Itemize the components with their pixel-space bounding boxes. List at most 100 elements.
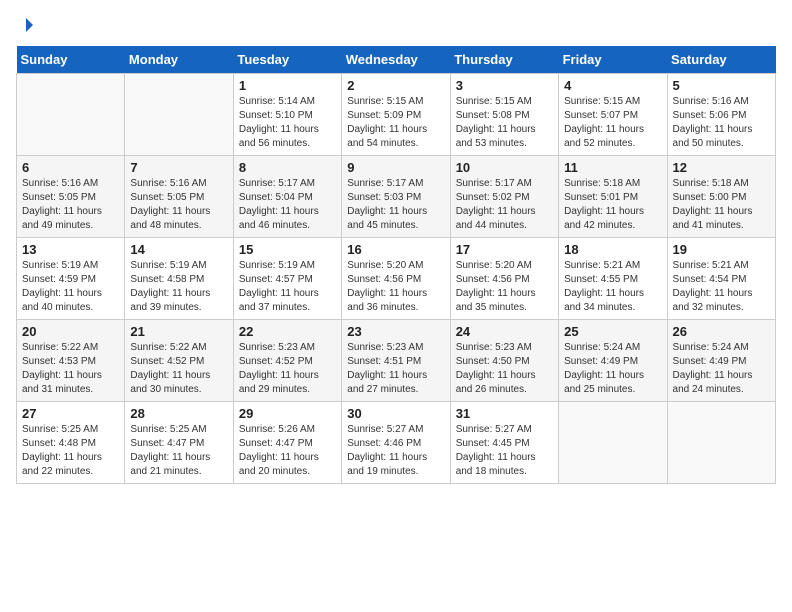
day-info: Sunrise: 5:23 AMSunset: 4:50 PMDaylight:… xyxy=(456,341,553,397)
calendar-cell: 4Sunrise: 5:15 AMSunset: 5:07 PMDaylight… xyxy=(559,74,667,156)
calendar-cell xyxy=(559,402,667,484)
calendar-cell: 20 Sunrise: 5:22 AMSunset: 4:53 PMDayligh… xyxy=(17,320,125,402)
calendar-table: SundayMondayTuesdayWednesdayThursdayFrid… xyxy=(16,46,776,484)
calendar-cell: 14 Sunrise: 5:19 AMSunset: 4:58 PMDayligh… xyxy=(125,238,233,320)
calendar-cell: 7Sunrise: 5:16 AMSunset: 5:05 PMDaylight… xyxy=(125,156,233,238)
day-info: Sunrise: 5:18 AMSunset: 5:00 PMDaylight:… xyxy=(673,177,770,233)
day-number: 18 xyxy=(564,242,661,257)
day-number: 25 xyxy=(564,324,661,339)
day-info: Sunrise: 5:20 AMSunset: 4:56 PMDaylight:… xyxy=(456,259,553,315)
calendar-day-header: Friday xyxy=(559,46,667,74)
calendar-cell: 13 Sunrise: 5:19 AMSunset: 4:59 PMDayligh… xyxy=(17,238,125,320)
day-info: Sunrise: 5:14 AMSunset: 5:10 PMDaylight:… xyxy=(239,95,336,151)
day-number: 2 xyxy=(347,78,444,93)
day-info: Sunrise: 5:23 AMSunset: 4:51 PMDaylight:… xyxy=(347,341,444,397)
day-info: Sunrise: 5:17 AMSunset: 5:03 PMDaylight:… xyxy=(347,177,444,233)
day-number: 1 xyxy=(239,78,336,93)
day-number: 13 xyxy=(22,242,119,257)
day-info: Sunrise: 5:23 AMSunset: 4:52 PMDaylight:… xyxy=(239,341,336,397)
calendar-day-header: Monday xyxy=(125,46,233,74)
day-info: Sunrise: 5:18 AMSunset: 5:01 PMDaylight:… xyxy=(564,177,661,233)
calendar-day-header: Wednesday xyxy=(342,46,450,74)
day-info: Sunrise: 5:26 AMSunset: 4:47 PMDaylight:… xyxy=(239,423,336,479)
calendar-cell: 31 Sunrise: 5:27 AMSunset: 4:45 PMDayligh… xyxy=(450,402,558,484)
day-number: 7 xyxy=(130,160,227,175)
day-number: 31 xyxy=(456,406,553,421)
calendar-cell: 17 Sunrise: 5:20 AMSunset: 4:56 PMDayligh… xyxy=(450,238,558,320)
calendar-cell: 12 Sunrise: 5:18 AMSunset: 5:00 PMDayligh… xyxy=(667,156,775,238)
calendar-cell: 18 Sunrise: 5:21 AMSunset: 4:55 PMDayligh… xyxy=(559,238,667,320)
day-number: 5 xyxy=(673,78,770,93)
day-info: Sunrise: 5:19 AMSunset: 4:58 PMDaylight:… xyxy=(130,259,227,315)
day-info: Sunrise: 5:17 AMSunset: 5:02 PMDaylight:… xyxy=(456,177,553,233)
calendar-cell: 27Sunrise: 5:25 AMSunset: 4:48 PMDayligh… xyxy=(17,402,125,484)
day-info: Sunrise: 5:19 AMSunset: 4:57 PMDaylight:… xyxy=(239,259,336,315)
day-number: 4 xyxy=(564,78,661,93)
page-container: SundayMondayTuesdayWednesdayThursdayFrid… xyxy=(0,0,792,500)
calendar-cell: 28 Sunrise: 5:25 AMSunset: 4:47 PMDayligh… xyxy=(125,402,233,484)
day-number: 27 xyxy=(22,406,119,421)
calendar-cell xyxy=(17,74,125,156)
day-number: 21 xyxy=(130,324,227,339)
day-number: 19 xyxy=(673,242,770,257)
calendar-week-row: 27Sunrise: 5:25 AMSunset: 4:48 PMDayligh… xyxy=(17,402,776,484)
calendar-cell: 9 Sunrise: 5:17 AMSunset: 5:03 PMDaylight… xyxy=(342,156,450,238)
day-number: 17 xyxy=(456,242,553,257)
day-number: 12 xyxy=(673,160,770,175)
calendar-week-row: 6Sunrise: 5:16 AMSunset: 5:05 PMDaylight… xyxy=(17,156,776,238)
calendar-cell: 24 Sunrise: 5:23 AMSunset: 4:50 PMDayligh… xyxy=(450,320,558,402)
calendar-cell: 19 Sunrise: 5:21 AMSunset: 4:54 PMDayligh… xyxy=(667,238,775,320)
day-info: Sunrise: 5:17 AMSunset: 5:04 PMDaylight:… xyxy=(239,177,336,233)
calendar-week-row: 1 Sunrise: 5:14 AMSunset: 5:10 PMDaylight… xyxy=(17,74,776,156)
day-number: 6 xyxy=(22,160,119,175)
day-info: Sunrise: 5:19 AMSunset: 4:59 PMDaylight:… xyxy=(22,259,119,315)
day-number: 30 xyxy=(347,406,444,421)
day-number: 24 xyxy=(456,324,553,339)
calendar-cell: 3 Sunrise: 5:15 AMSunset: 5:08 PMDaylight… xyxy=(450,74,558,156)
day-info: Sunrise: 5:24 AMSunset: 4:49 PMDaylight:… xyxy=(673,341,770,397)
day-number: 20 xyxy=(22,324,119,339)
day-info: Sunrise: 5:24 AMSunset: 4:49 PMDaylight:… xyxy=(564,341,661,397)
day-info: Sunrise: 5:25 AMSunset: 4:47 PMDaylight:… xyxy=(130,423,227,479)
day-number: 15 xyxy=(239,242,336,257)
day-number: 9 xyxy=(347,160,444,175)
day-number: 28 xyxy=(130,406,227,421)
day-number: 26 xyxy=(673,324,770,339)
calendar-cell: 2Sunrise: 5:15 AMSunset: 5:09 PMDaylight… xyxy=(342,74,450,156)
day-info: Sunrise: 5:27 AMSunset: 4:46 PMDaylight:… xyxy=(347,423,444,479)
calendar-cell: 6Sunrise: 5:16 AMSunset: 5:05 PMDaylight… xyxy=(17,156,125,238)
calendar-cell: 22 Sunrise: 5:23 AMSunset: 4:52 PMDayligh… xyxy=(233,320,341,402)
day-number: 23 xyxy=(347,324,444,339)
day-info: Sunrise: 5:22 AMSunset: 4:52 PMDaylight:… xyxy=(130,341,227,397)
calendar-cell: 5 Sunrise: 5:16 AMSunset: 5:06 PMDaylight… xyxy=(667,74,775,156)
calendar-week-row: 13 Sunrise: 5:19 AMSunset: 4:59 PMDayligh… xyxy=(17,238,776,320)
calendar-cell: 15 Sunrise: 5:19 AMSunset: 4:57 PMDayligh… xyxy=(233,238,341,320)
calendar-day-header: Tuesday xyxy=(233,46,341,74)
calendar-cell: 23 Sunrise: 5:23 AMSunset: 4:51 PMDayligh… xyxy=(342,320,450,402)
day-info: Sunrise: 5:21 AMSunset: 4:54 PMDaylight:… xyxy=(673,259,770,315)
day-info: Sunrise: 5:22 AMSunset: 4:53 PMDaylight:… xyxy=(22,341,119,397)
day-info: Sunrise: 5:21 AMSunset: 4:55 PMDaylight:… xyxy=(564,259,661,315)
calendar-cell: 16Sunrise: 5:20 AMSunset: 4:56 PMDayligh… xyxy=(342,238,450,320)
calendar-cell: 1 Sunrise: 5:14 AMSunset: 5:10 PMDaylight… xyxy=(233,74,341,156)
day-number: 3 xyxy=(456,78,553,93)
calendar-week-row: 20 Sunrise: 5:22 AMSunset: 4:53 PMDayligh… xyxy=(17,320,776,402)
day-info: Sunrise: 5:15 AMSunset: 5:08 PMDaylight:… xyxy=(456,95,553,151)
calendar-day-header: Sunday xyxy=(17,46,125,74)
day-number: 29 xyxy=(239,406,336,421)
day-info: Sunrise: 5:16 AMSunset: 5:06 PMDaylight:… xyxy=(673,95,770,151)
day-number: 11 xyxy=(564,160,661,175)
calendar-cell: 26 Sunrise: 5:24 AMSunset: 4:49 PMDayligh… xyxy=(667,320,775,402)
page-header xyxy=(16,16,776,34)
calendar-cell: 29 Sunrise: 5:26 AMSunset: 4:47 PMDayligh… xyxy=(233,402,341,484)
day-number: 14 xyxy=(130,242,227,257)
calendar-cell xyxy=(667,402,775,484)
day-info: Sunrise: 5:20 AMSunset: 4:56 PMDaylight:… xyxy=(347,259,444,315)
day-number: 22 xyxy=(239,324,336,339)
logo-flag-icon xyxy=(17,16,35,34)
logo xyxy=(16,16,36,34)
day-number: 10 xyxy=(456,160,553,175)
calendar-cell xyxy=(125,74,233,156)
calendar-day-header: Saturday xyxy=(667,46,775,74)
day-info: Sunrise: 5:27 AMSunset: 4:45 PMDaylight:… xyxy=(456,423,553,479)
